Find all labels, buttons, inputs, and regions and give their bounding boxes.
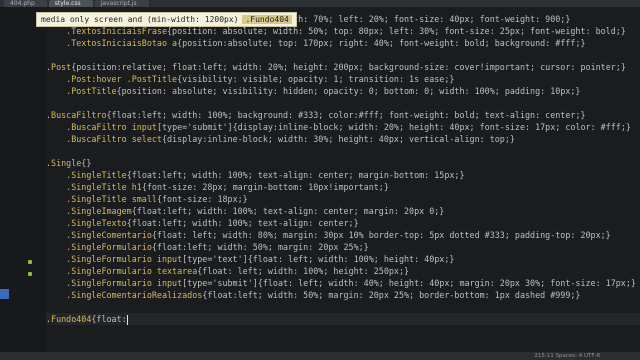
css-selector: .TextosIniciaisBotao a (46, 38, 178, 48)
code-line[interactable]: .SingleFormulario textarea{float: left; … (46, 265, 640, 277)
status-bar: 215:11 Spaces: 4 UTF-8 (0, 352, 640, 360)
css-selector: .SingleTexto (46, 218, 127, 228)
css-selector: .SingleImagem (46, 206, 132, 216)
status-text: 215:11 Spaces: 4 UTF-8 (534, 353, 600, 359)
css-declarations: [type='submit']{display:inline-block; wi… (156, 122, 631, 132)
css-declarations: {float: (91, 314, 127, 324)
css-declarations: {float:left; width: 50%; margin: 20px 25… (151, 242, 369, 252)
css-declarations: {float:left; width: 100%; text-align: ce… (131, 206, 445, 216)
code-line[interactable]: .Post:hover .PostTitle{visibility: visib… (46, 73, 640, 85)
css-declarations: {float:left; width: 100%; text-align: ce… (126, 218, 359, 228)
code-line[interactable]: .SingleImagem{float:left; width: 100%; t… (46, 205, 640, 217)
code-line[interactable]: .SingleComentarioRealizados{float:left; … (46, 289, 640, 301)
tab-1[interactable]: style.css (48, 0, 93, 7)
css-selector: .BuscaFiltro input (46, 122, 157, 132)
css-selector: .SingleComentario (46, 230, 152, 240)
css-selector: .SingleTitle (46, 170, 127, 180)
code-line[interactable]: .Fundo404{float: (46, 313, 640, 325)
css-declarations: [type='submit']{float: left; width: 40%;… (182, 278, 636, 288)
css-selector: .SingleTitle small (46, 194, 157, 204)
code-editor[interactable]: .TextosIniciaisTitulo{position: absolute… (46, 7, 640, 352)
code-line[interactable]: .Post{position:relative; float:left; wid… (46, 61, 640, 73)
code-line[interactable]: .TextosIniciaisBotao a{position:absolute… (46, 37, 640, 49)
css-declarations: {position:absolute; top: 170px; right: 4… (177, 38, 586, 48)
tab-bar: 404.php style.css javascript.js (0, 0, 640, 7)
code-line[interactable]: .SingleTitle small{font-size: 18px;} (46, 193, 640, 205)
code-line[interactable]: .SingleTitle{float:left; width: 100%; te… (46, 169, 640, 181)
css-declarations: {position:relative; float:left; width: 2… (71, 62, 626, 72)
tooltip-text: media only screen and (min-width: 1200px… (41, 15, 239, 24)
tab-0[interactable]: 404.php (4, 0, 47, 7)
css-selector: .SingleFormulario textarea (46, 266, 198, 276)
css-declarations: {float:left; width: 100%; text-align: ce… (126, 170, 465, 180)
css-selector: .SingleFormulario input (46, 278, 183, 288)
css-selector: .SingleComentarioRealizados (46, 290, 203, 300)
css-selector: .Post:hover .PostTitle (46, 74, 178, 84)
modified-line-marker (28, 260, 32, 264)
css-declarations: {position: absolute; visibility: hidden;… (116, 86, 581, 96)
css-declarations: {display:inline-block; width: 30%; heigh… (161, 134, 515, 144)
css-declarations: {float:left; width: 50%; margin: 20px 25… (202, 290, 581, 300)
css-selector: .Post (46, 62, 72, 72)
css-selector: .PostTitle (46, 86, 117, 96)
media-query-tooltip: media only screen and (min-width: 1200px… (36, 12, 297, 27)
code-line[interactable]: .SingleFormulario input[type='submit']{f… (46, 277, 640, 289)
code-line[interactable]: .SingleTexto{float:left; width: 100%; te… (46, 217, 640, 229)
css-declarations: {float: left; width: 100%; height: 250px… (197, 266, 410, 276)
css-selector: .SingleTitle h1 (46, 182, 142, 192)
tooltip-highlight: .Fundo404 (242, 15, 292, 24)
css-selector: .TextosIniciaisFrase (46, 26, 168, 36)
css-selector: .Single (46, 158, 82, 168)
css-declarations: {float: left; width: 80%; margin: 30px 1… (151, 230, 611, 240)
code-line[interactable]: .BuscaFiltro input[type='submit']{displa… (46, 121, 640, 133)
code-line[interactable]: .PostTitle{position: absolute; visibilit… (46, 85, 640, 97)
css-selector: .BuscaFiltro select (46, 134, 162, 144)
css-declarations: {font-size: 28px; margin-bottom: 10px!im… (141, 182, 389, 192)
css-selector: .SingleFormulario input (46, 254, 183, 264)
css-declarations: {float:left; width: 100%; background: #3… (106, 110, 586, 120)
code-line[interactable]: .SingleFormulario input[type='text']{flo… (46, 253, 640, 265)
code-line[interactable]: .SingleFormulario{float:left; width: 50%… (46, 241, 640, 253)
code-line[interactable]: .Single{} (46, 157, 640, 169)
active-line-indicator (0, 289, 9, 299)
css-declarations: {font-size: 18px;} (156, 194, 248, 204)
line-number-gutter (0, 7, 47, 352)
modified-line-marker (28, 272, 32, 276)
css-selector: .Fundo404 (46, 314, 92, 324)
css-declarations: {visibility: visible; opacity: 1; transi… (177, 74, 455, 84)
code-line[interactable]: .SingleComentario{float: left; width: 80… (46, 229, 640, 241)
css-selector: .SingleFormulario (46, 242, 152, 252)
css-declarations: [type='text']{float: left; width: 100%; … (182, 254, 455, 264)
css-declarations: {position: absolute; width: 50%; top: 80… (167, 26, 626, 36)
css-selector: .BuscaFiltro (46, 110, 107, 120)
text-cursor (126, 314, 128, 325)
code-line[interactable]: .BuscaFiltro{float:left; width: 100%; ba… (46, 109, 640, 121)
code-line[interactable]: .BuscaFiltro select{display:inline-block… (46, 133, 640, 145)
tab-2[interactable]: javascript.js (94, 0, 149, 7)
code-line[interactable]: .SingleTitle h1{font-size: 28px; margin-… (46, 181, 640, 193)
css-declarations: {} (81, 158, 92, 168)
